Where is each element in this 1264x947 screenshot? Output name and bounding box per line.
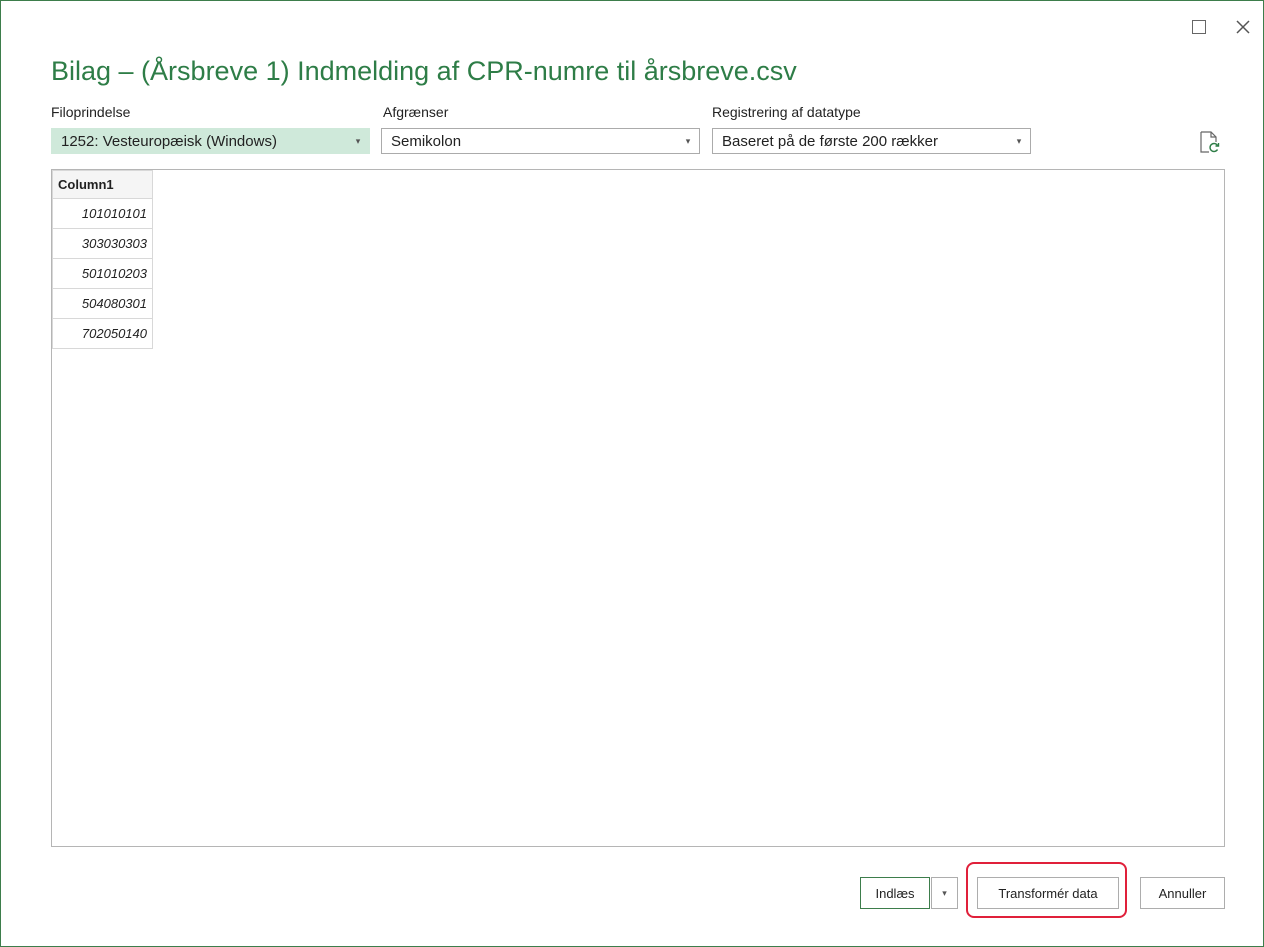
load-button[interactable]: Indlæs <box>860 877 930 909</box>
table-row: 501010203 <box>52 258 153 289</box>
chevron-down-icon: ▾ <box>1016 135 1022 146</box>
file-origin-value: 1252: Vesteuropæisk (Windows) <box>61 132 277 150</box>
chevron-down-icon: ▾ <box>685 135 691 146</box>
delimiter-select[interactable]: Semikolon ▾ <box>381 128 700 154</box>
data-preview-pane: Column1 101010101 303030303 501010203 50… <box>51 169 1225 847</box>
data-type-detection-select[interactable]: Baseret på de første 200 rækker ▾ <box>712 128 1031 154</box>
transform-data-button[interactable]: Transformér data <box>977 877 1119 909</box>
table-row: 702050140 <box>52 318 153 349</box>
cancel-button[interactable]: Annuller <box>1140 877 1225 909</box>
chevron-down-icon: ▾ <box>942 887 947 898</box>
maximize-icon[interactable] <box>1185 13 1213 41</box>
table-cell: 501010203 <box>52 258 153 289</box>
refresh-file-icon[interactable] <box>1198 130 1220 154</box>
table-cell: 101010101 <box>52 198 153 229</box>
import-dialog: Bilag – (Årsbreve 1) Indmelding af CPR-n… <box>0 0 1264 947</box>
data-type-detection-label: Registrering af datatype <box>712 104 861 120</box>
file-origin-select[interactable]: 1252: Vesteuropæisk (Windows) ▾ <box>51 128 370 154</box>
table-row: 504080301 <box>52 288 153 319</box>
delimiter-value: Semikolon <box>391 132 462 150</box>
table-header-row: Column1 <box>52 170 153 199</box>
file-origin-label: Filoprindelse <box>51 104 131 120</box>
preview-table: Column1 101010101 303030303 501010203 50… <box>52 170 153 349</box>
column-header: Column1 <box>52 170 153 199</box>
delimiter-label: Afgrænser <box>383 104 449 120</box>
dialog-title: Bilag – (Årsbreve 1) Indmelding af CPR-n… <box>51 56 797 86</box>
table-row: 303030303 <box>52 228 153 259</box>
chevron-down-icon: ▾ <box>355 135 361 146</box>
table-cell: 303030303 <box>52 228 153 259</box>
table-row: 101010101 <box>52 198 153 229</box>
close-icon[interactable] <box>1229 13 1257 41</box>
table-cell: 504080301 <box>52 288 153 319</box>
data-type-detection-value: Baseret på de første 200 rækker <box>722 132 938 150</box>
load-dropdown-button[interactable]: ▾ <box>931 877 958 909</box>
table-cell: 702050140 <box>52 318 153 349</box>
